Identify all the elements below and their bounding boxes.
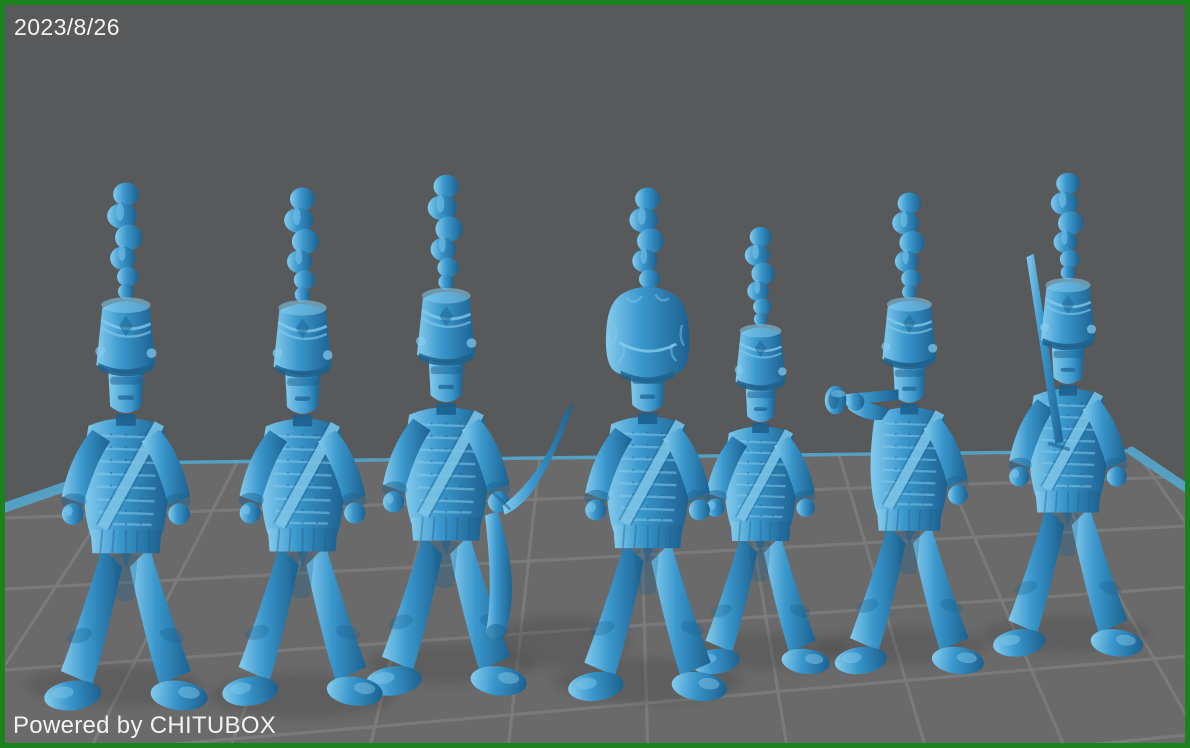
powered-by-chitubox-watermark: Powered by CHITUBOX [13,712,276,740]
date-label: 2023/8/26 [14,14,120,41]
chitubox-screenshot-frame: 2023/8/26 Powered by CHITUBOX [0,0,1190,748]
3d-viewport[interactable] [5,5,1185,743]
